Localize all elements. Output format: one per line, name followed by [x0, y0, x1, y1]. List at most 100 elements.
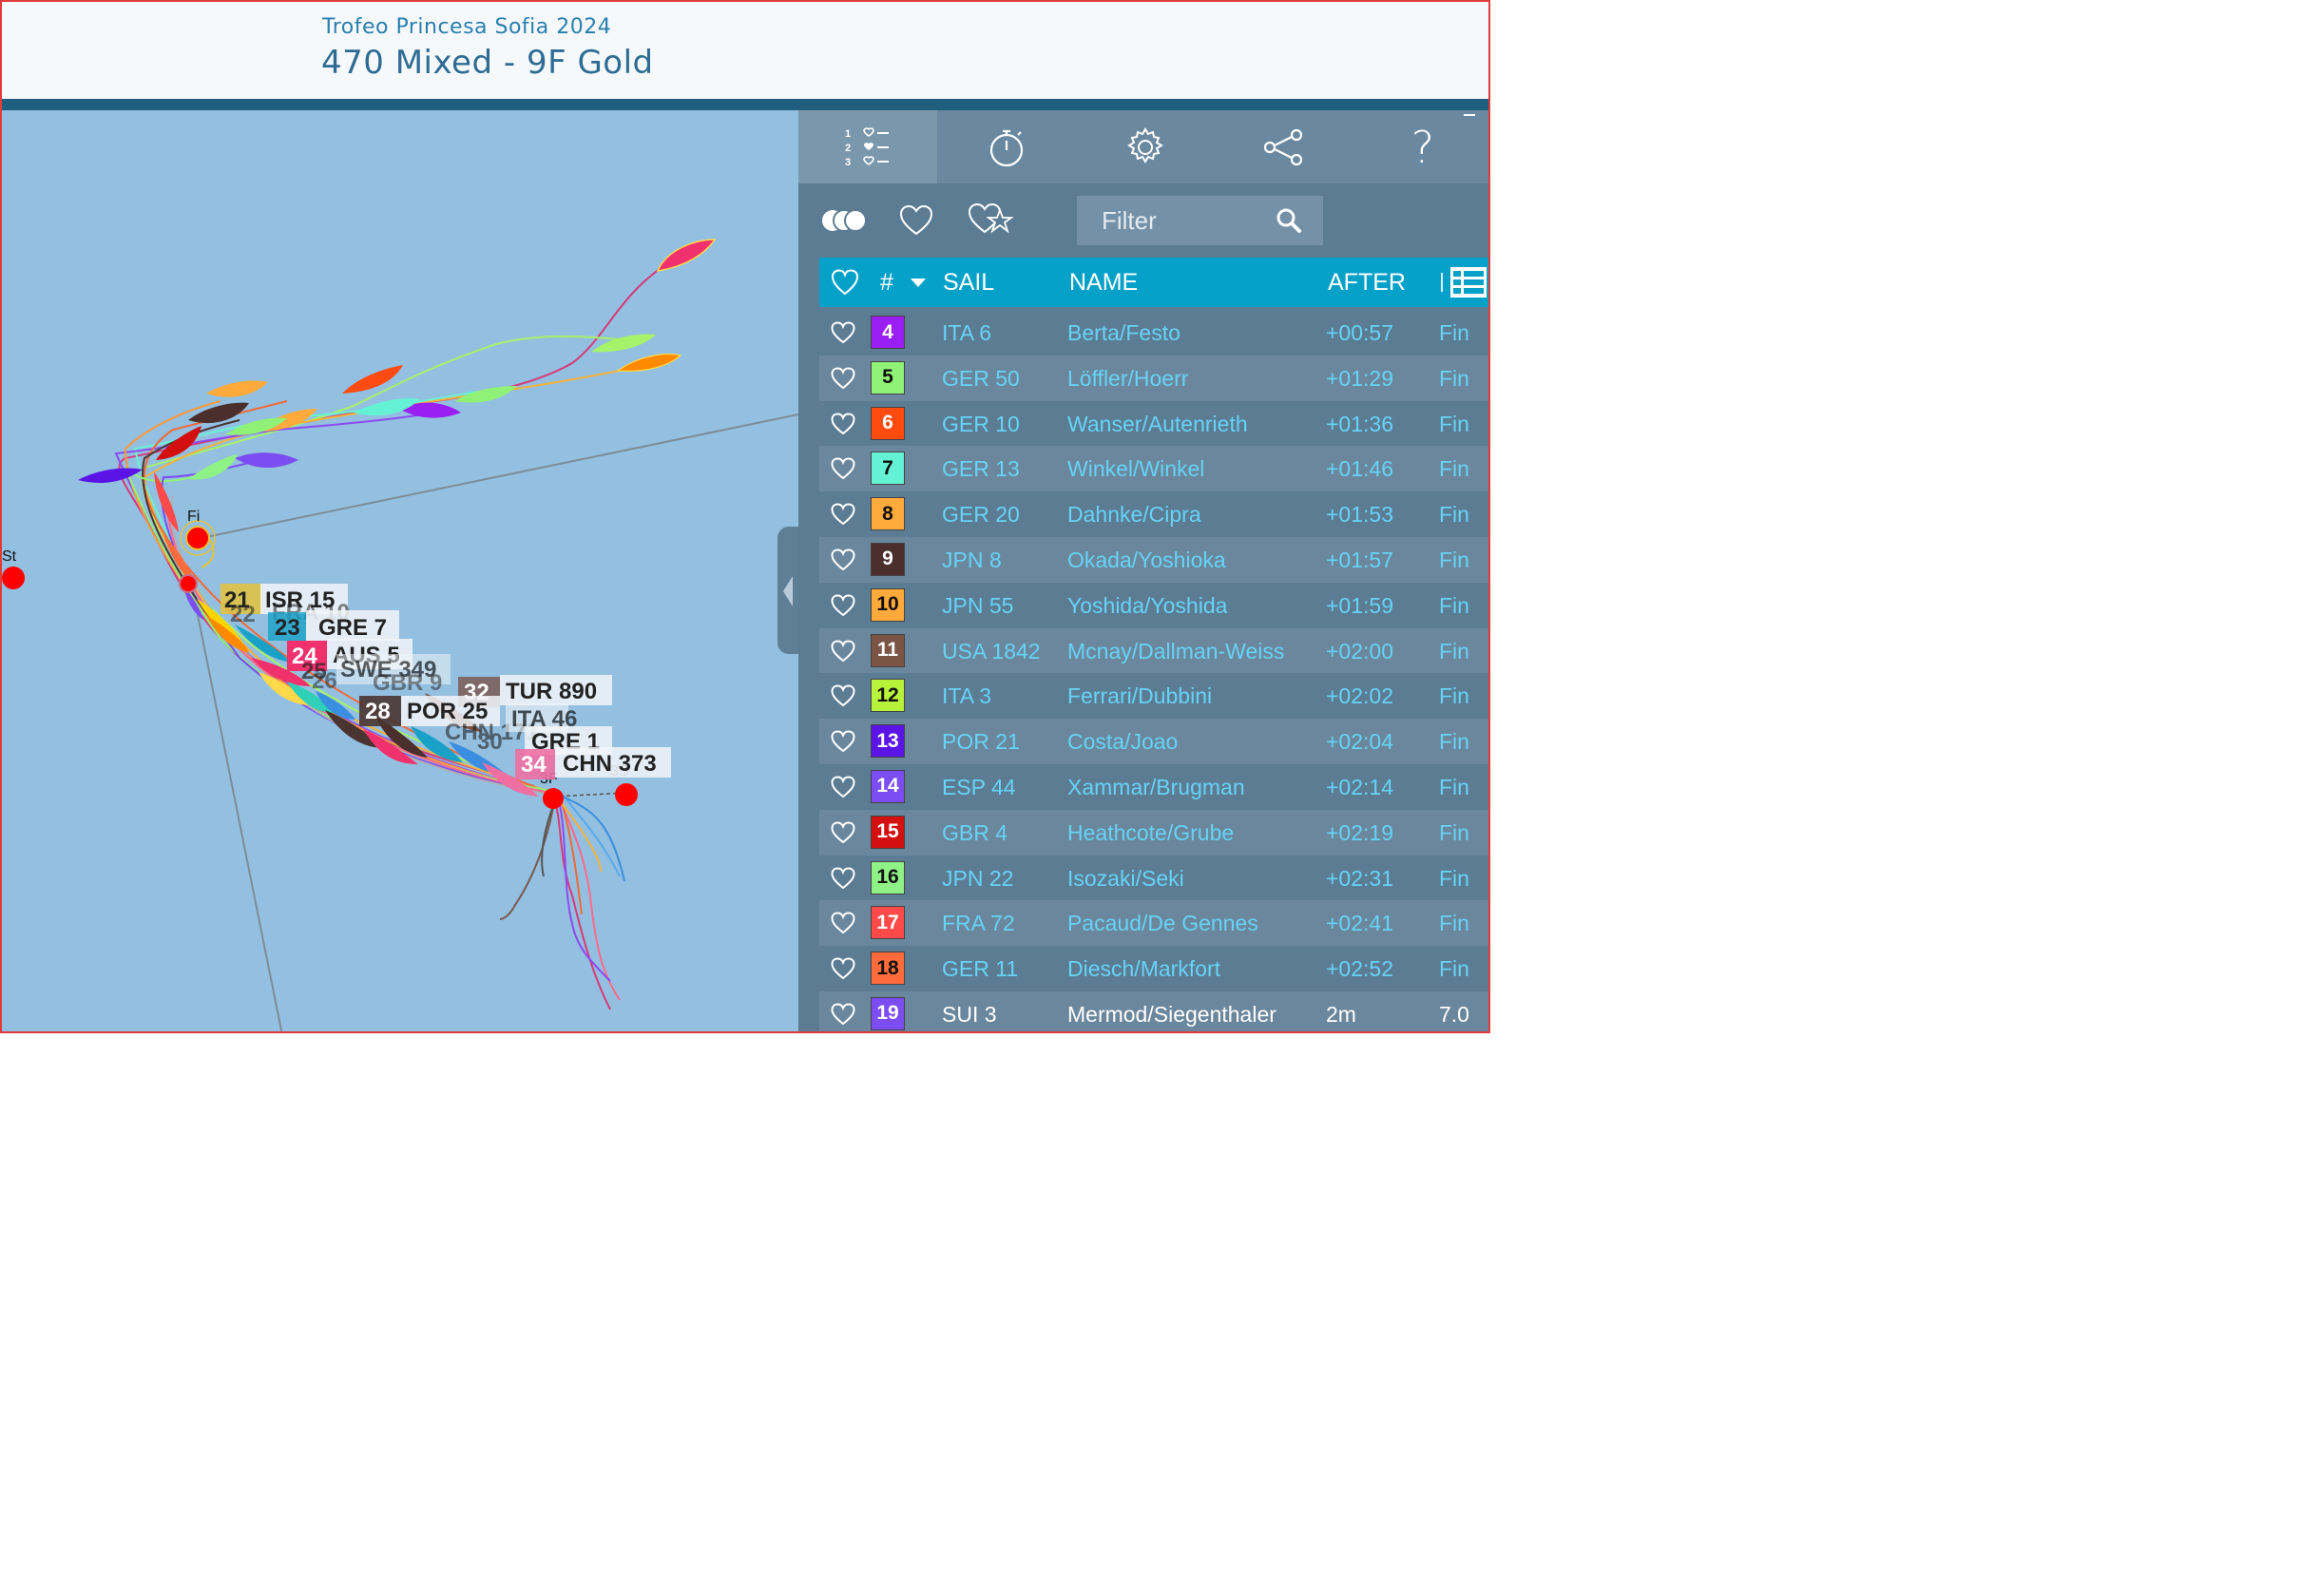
favorite-heart-icon[interactable]	[831, 776, 855, 798]
sail-number: ITA 3	[942, 683, 991, 709]
table-row[interactable]: 15 GBR 4 Heathcote/Grube +02:19 Fin	[819, 809, 1488, 856]
svg-text:22: 22	[230, 602, 256, 627]
crew-name[interactable]: Berta/Festo	[1067, 320, 1180, 346]
tab-timer[interactable]	[937, 110, 1076, 183]
favorite-heart-icon[interactable]	[831, 912, 855, 934]
favorite-heart-icon[interactable]	[831, 457, 855, 480]
column-sail[interactable]: SAIL	[943, 269, 994, 297]
rank-badge: 4	[871, 316, 905, 349]
favorite-heart-icon[interactable]	[831, 503, 855, 526]
rank-badge: 10	[871, 587, 905, 622]
finish-status: Fin	[1439, 456, 1469, 482]
table-row[interactable]: 6 GER 10 Wanser/Autenrieth +01:36 Fin	[819, 401, 1488, 447]
table-row[interactable]: 18 GER 11 Diesch/Markfort +02:52 Fin	[819, 946, 1488, 991]
table-row[interactable]: 5 GER 50 Löffler/Hoerr +01:29 Fin	[819, 355, 1488, 401]
crew-name[interactable]: Dahnke/Cipra	[1067, 502, 1201, 528]
heart-header-icon[interactable]	[831, 269, 859, 296]
race-map[interactable]: St Fi 3F 3S 21 ISR 15 22	[2, 110, 798, 1033]
favorite-heart-icon[interactable]	[831, 867, 855, 890]
crew-name[interactable]: Yoshida/Yoshida	[1067, 593, 1227, 619]
mark-3f[interactable]	[543, 788, 564, 809]
mark-finish-gate[interactable]	[185, 526, 210, 550]
crew-name[interactable]: Mermod/Siegenthaler	[1067, 1002, 1276, 1028]
svg-text:3: 3	[845, 157, 851, 168]
crew-name[interactable]: Isozaki/Seki	[1067, 866, 1184, 892]
time-after: +02:19	[1326, 819, 1393, 845]
ranking-list-icon: 1 2 3	[845, 126, 889, 168]
table-row[interactable]: 12 ITA 3 Ferrari/Dubbini +02:02 Fin	[819, 673, 1488, 719]
mark-gate[interactable]	[179, 574, 198, 593]
time-after: +00:57	[1326, 320, 1393, 345]
column-after[interactable]: AFTER	[1328, 269, 1406, 297]
search-icon[interactable]	[1276, 207, 1302, 234]
crew-name[interactable]: Heathcote/Grube	[1067, 820, 1234, 846]
sort-desc-icon[interactable]	[911, 279, 926, 287]
table-row[interactable]: 11 USA 1842 Mcnay/Dallman-Weiss +02:00 Fin	[819, 627, 1488, 674]
all-boats-toggle[interactable]	[821, 208, 871, 237]
leaderboard-panel: 123 ? Filter # SAIL NAME AFTER 4 ITA 6 B…	[798, 110, 1488, 1031]
crew-name[interactable]: Xammar/Brugman	[1067, 775, 1245, 800]
svg-text:26: 26	[312, 668, 337, 694]
panel-collapse-handle[interactable]	[777, 527, 800, 654]
table-row[interactable]: 19 SUI 3 Mermod/Siegenthaler 2m 7.0	[819, 990, 1488, 1031]
svg-text:GRE 7: GRE 7	[318, 615, 387, 641]
event-name: Trofeo Princesa Sofia 2024	[322, 15, 612, 39]
table-row[interactable]: 13 POR 21 Costa/Joao +02:04 Fin	[819, 719, 1488, 764]
tab-help[interactable]: ?	[1353, 110, 1488, 183]
tab-share[interactable]	[1215, 110, 1353, 183]
map-canvas[interactable]: St Fi 3F 3S 21 ISR 15 22	[2, 110, 798, 1033]
sail-number: ITA 6	[942, 320, 991, 345]
column-chooser-icon[interactable]	[1450, 267, 1487, 298]
table-row[interactable]: 4 ITA 6 Berta/Festo +00:57 Fin	[819, 310, 1488, 356]
chevron-left-icon	[783, 576, 793, 606]
favorite-heart-icon[interactable]	[831, 730, 855, 753]
favorite-heart-icon[interactable]	[831, 321, 855, 344]
table-row[interactable]: 10 JPN 55 Yoshida/Yoshida +01:59 Fin	[819, 583, 1488, 628]
sail-number: GER 10	[942, 411, 1020, 436]
table-row[interactable]: 17 FRA 72 Pacaud/De Gennes +02:41 Fin	[819, 900, 1488, 947]
mark-label: St	[2, 548, 17, 565]
filter-input[interactable]	[1102, 205, 1273, 236]
rank-badge: 9	[871, 542, 905, 576]
table-row[interactable]: 7 GER 13 Winkel/Winkel +01:46 Fin	[819, 446, 1488, 492]
crew-name[interactable]: Ferrari/Dubbini	[1067, 683, 1212, 709]
crew-name[interactable]: Diesch/Markfort	[1067, 956, 1220, 982]
crew-name[interactable]: Okada/Yoshioka	[1067, 548, 1226, 573]
favorite-heart-icon[interactable]	[831, 367, 855, 390]
crew-name[interactable]: Mcnay/Dallman-Weiss	[1067, 639, 1284, 664]
boat-label-34: 34 CHN 373	[515, 747, 671, 779]
favorite-heart-icon[interactable]	[831, 821, 855, 844]
table-row[interactable]: 14 ESP 44 Xammar/Brugman +02:14 Fin	[819, 764, 1488, 810]
crew-name[interactable]: Löffler/Hoerr	[1067, 366, 1188, 392]
mark-start[interactable]	[2, 567, 25, 589]
table-row[interactable]: 8 GER 20 Dahnke/Cipra +01:53 Fin	[819, 491, 1488, 537]
column-rank[interactable]: #	[880, 269, 893, 297]
table-row[interactable]: 16 JPN 22 Isozaki/Seki +02:31 Fin	[819, 856, 1488, 901]
crew-name[interactable]: Wanser/Autenrieth	[1067, 412, 1248, 437]
favorite-heart-icon[interactable]	[831, 957, 855, 980]
favorite-heart-icon[interactable]	[831, 684, 855, 707]
column-separator	[1441, 273, 1443, 292]
rank-badge: 13	[871, 724, 905, 759]
finish-status: Fin	[1439, 956, 1469, 982]
favorite-heart-icon[interactable]	[831, 594, 855, 617]
favorites-filter[interactable]	[899, 204, 933, 240]
table-row[interactable]: 9 JPN 8 Okada/Yoshioka +01:57 Fin	[819, 536, 1488, 583]
favorite-heart-icon[interactable]	[831, 413, 855, 435]
minimize-icon[interactable]	[1464, 114, 1475, 116]
panel-toolbar: 123 ?	[798, 110, 1488, 183]
tab-leaderboard[interactable]: 1 2 3	[798, 110, 937, 183]
favorites-star-filter[interactable]	[968, 202, 1015, 240]
crew-name[interactable]: Pacaud/De Gennes	[1067, 911, 1258, 936]
finish-status: Fin	[1439, 592, 1469, 618]
filter-box[interactable]	[1077, 196, 1323, 245]
column-name[interactable]: NAME	[1069, 269, 1138, 297]
favorite-heart-icon[interactable]	[831, 640, 855, 663]
gear-icon	[1127, 126, 1163, 163]
tab-settings[interactable]	[1076, 110, 1215, 183]
favorite-heart-icon[interactable]	[831, 548, 855, 571]
crew-name[interactable]: Winkel/Winkel	[1067, 456, 1204, 482]
favorite-heart-icon[interactable]	[831, 1003, 855, 1026]
crew-name[interactable]: Costa/Joao	[1067, 729, 1178, 755]
mark-3s[interactable]	[615, 783, 638, 806]
